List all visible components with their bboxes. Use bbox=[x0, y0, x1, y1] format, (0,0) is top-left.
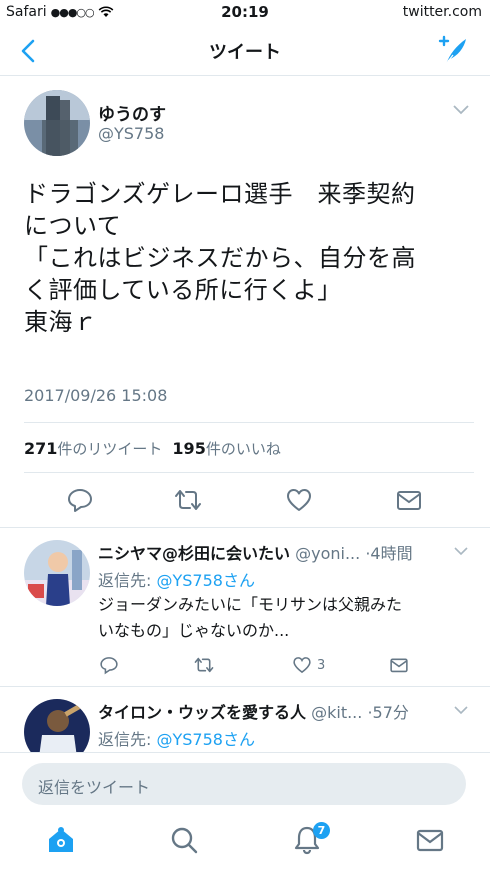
chevron-down-icon[interactable] bbox=[454, 705, 468, 715]
tweet-text-line: 「これはビジネスだから、自分を高 bbox=[24, 244, 416, 272]
message-action[interactable] bbox=[388, 654, 410, 676]
reply-time: ·4時間 bbox=[365, 544, 413, 563]
reply-text: ジョーダンみたいに「モリサンは父親みた いなもの」じゃないのか... bbox=[98, 592, 458, 644]
like-heart-icon[interactable] bbox=[285, 486, 313, 514]
messages-icon[interactable] bbox=[414, 824, 446, 856]
tweet-text-line: ドラゴンズゲレーロ選手 来季契約 bbox=[24, 180, 416, 208]
tweet-text: ドラゴンズゲレーロ選手 来季契約 について 「これはビジネスだから、自分を高 く… bbox=[24, 178, 474, 338]
tweet-text-line: について bbox=[24, 212, 122, 240]
page-title: ツイート bbox=[209, 42, 281, 63]
reply-like-count: 3 bbox=[317, 657, 326, 673]
like-count: 195 bbox=[172, 439, 206, 458]
retweet-action[interactable] bbox=[193, 654, 215, 676]
compose-tweet-icon[interactable] bbox=[436, 34, 470, 68]
like-action[interactable]: 3 bbox=[291, 654, 325, 676]
like-heart-icon bbox=[293, 657, 311, 674]
avatar-image bbox=[24, 540, 90, 606]
reply-action[interactable] bbox=[99, 654, 119, 676]
tweet-text-line: く評価している所に行くよ」 bbox=[24, 276, 342, 304]
reply-input-placeholder: 返信をツイート bbox=[38, 778, 151, 797]
reply-to: 返信先: @YS758さん bbox=[98, 726, 255, 750]
retweet-icon bbox=[194, 657, 214, 673]
reply-to: 返信先: @YS758さん bbox=[98, 567, 255, 591]
nav-bar: ツイート bbox=[0, 26, 490, 76]
direct-message-icon bbox=[390, 658, 408, 673]
reply-icon bbox=[100, 657, 118, 675]
notification-badge: 7 bbox=[313, 822, 330, 839]
reply-tweet[interactable]: タイロン・ウッズを愛する人 @kit... ·57分 返信先: @YS758さん bbox=[0, 687, 490, 752]
tweet-text-line: 東海ｒ bbox=[24, 308, 98, 336]
chevron-down-icon[interactable] bbox=[454, 546, 468, 556]
reply-header: タイロン・ウッズを愛する人 @kit... ·57分 bbox=[98, 699, 470, 723]
display-name[interactable]: ゆうのす bbox=[98, 100, 166, 125]
reply-header: ニシヤマ@杉田に会いたい @yoni... ·4時間 bbox=[98, 540, 470, 564]
reply-handle[interactable]: @yoni... bbox=[295, 544, 360, 563]
tab-bar bbox=[0, 812, 490, 871]
reply-input[interactable]: 返信をツイート bbox=[22, 763, 466, 805]
like-count-label: 件のいいね bbox=[205, 440, 281, 458]
search-icon[interactable] bbox=[168, 824, 200, 856]
reply-time: ·57分 bbox=[367, 703, 409, 722]
reply-icon[interactable] bbox=[66, 486, 94, 514]
reply-to-label: 返信先: bbox=[98, 730, 157, 749]
reply-display-name[interactable]: ニシヤマ@杉田に会いたい bbox=[98, 544, 290, 563]
divider bbox=[24, 422, 474, 423]
like-count-link[interactable]: 195件のいいね bbox=[172, 438, 280, 459]
retweet-count-link[interactable]: 271件のリツイート bbox=[24, 438, 162, 459]
chevron-down-icon[interactable] bbox=[452, 104, 470, 116]
reply-to-user-link[interactable]: @YS758さん bbox=[156, 571, 254, 590]
avatar[interactable] bbox=[24, 90, 90, 156]
home-icon[interactable] bbox=[45, 824, 77, 856]
avatar-image bbox=[24, 699, 90, 752]
reply-to-label: 返信先: bbox=[98, 571, 157, 590]
tweet-actions bbox=[0, 486, 490, 516]
avatar[interactable] bbox=[24, 699, 90, 752]
status-bar: Safari ●●●○○ 20:19 twitter.com bbox=[0, 0, 490, 26]
reply-display-name[interactable]: タイロン・ウッズを愛する人 bbox=[98, 703, 306, 722]
reply-to-user-link[interactable]: @YS758さん bbox=[156, 730, 254, 749]
tweet-timestamp: 2017/09/26 15:08 bbox=[24, 386, 168, 405]
avatar[interactable] bbox=[24, 540, 90, 606]
divider bbox=[24, 472, 474, 473]
avatar-image bbox=[24, 90, 90, 156]
retweet-count-label: 件のリツイート bbox=[57, 440, 163, 458]
engagement-counts: 271件のリツイート 195件のいいね bbox=[24, 438, 281, 459]
reply-text-line: ジョーダンみたいに「モリサンは父親みた bbox=[98, 595, 403, 614]
status-url: twitter.com bbox=[402, 4, 482, 20]
retweet-icon[interactable] bbox=[174, 486, 202, 514]
reply-handle[interactable]: @kit... bbox=[311, 703, 362, 722]
direct-message-icon[interactable] bbox=[395, 486, 423, 514]
reply-compose-bar: 返信をツイート bbox=[0, 752, 490, 812]
reply-tweet[interactable]: ニシヤマ@杉田に会いたい @yoni... ·4時間 返信先: @YS758さん… bbox=[0, 528, 490, 686]
reply-text-line: いなもの」じゃないのか... bbox=[98, 621, 290, 640]
user-handle[interactable]: @YS758 bbox=[98, 124, 164, 143]
retweet-count: 271 bbox=[24, 439, 58, 458]
